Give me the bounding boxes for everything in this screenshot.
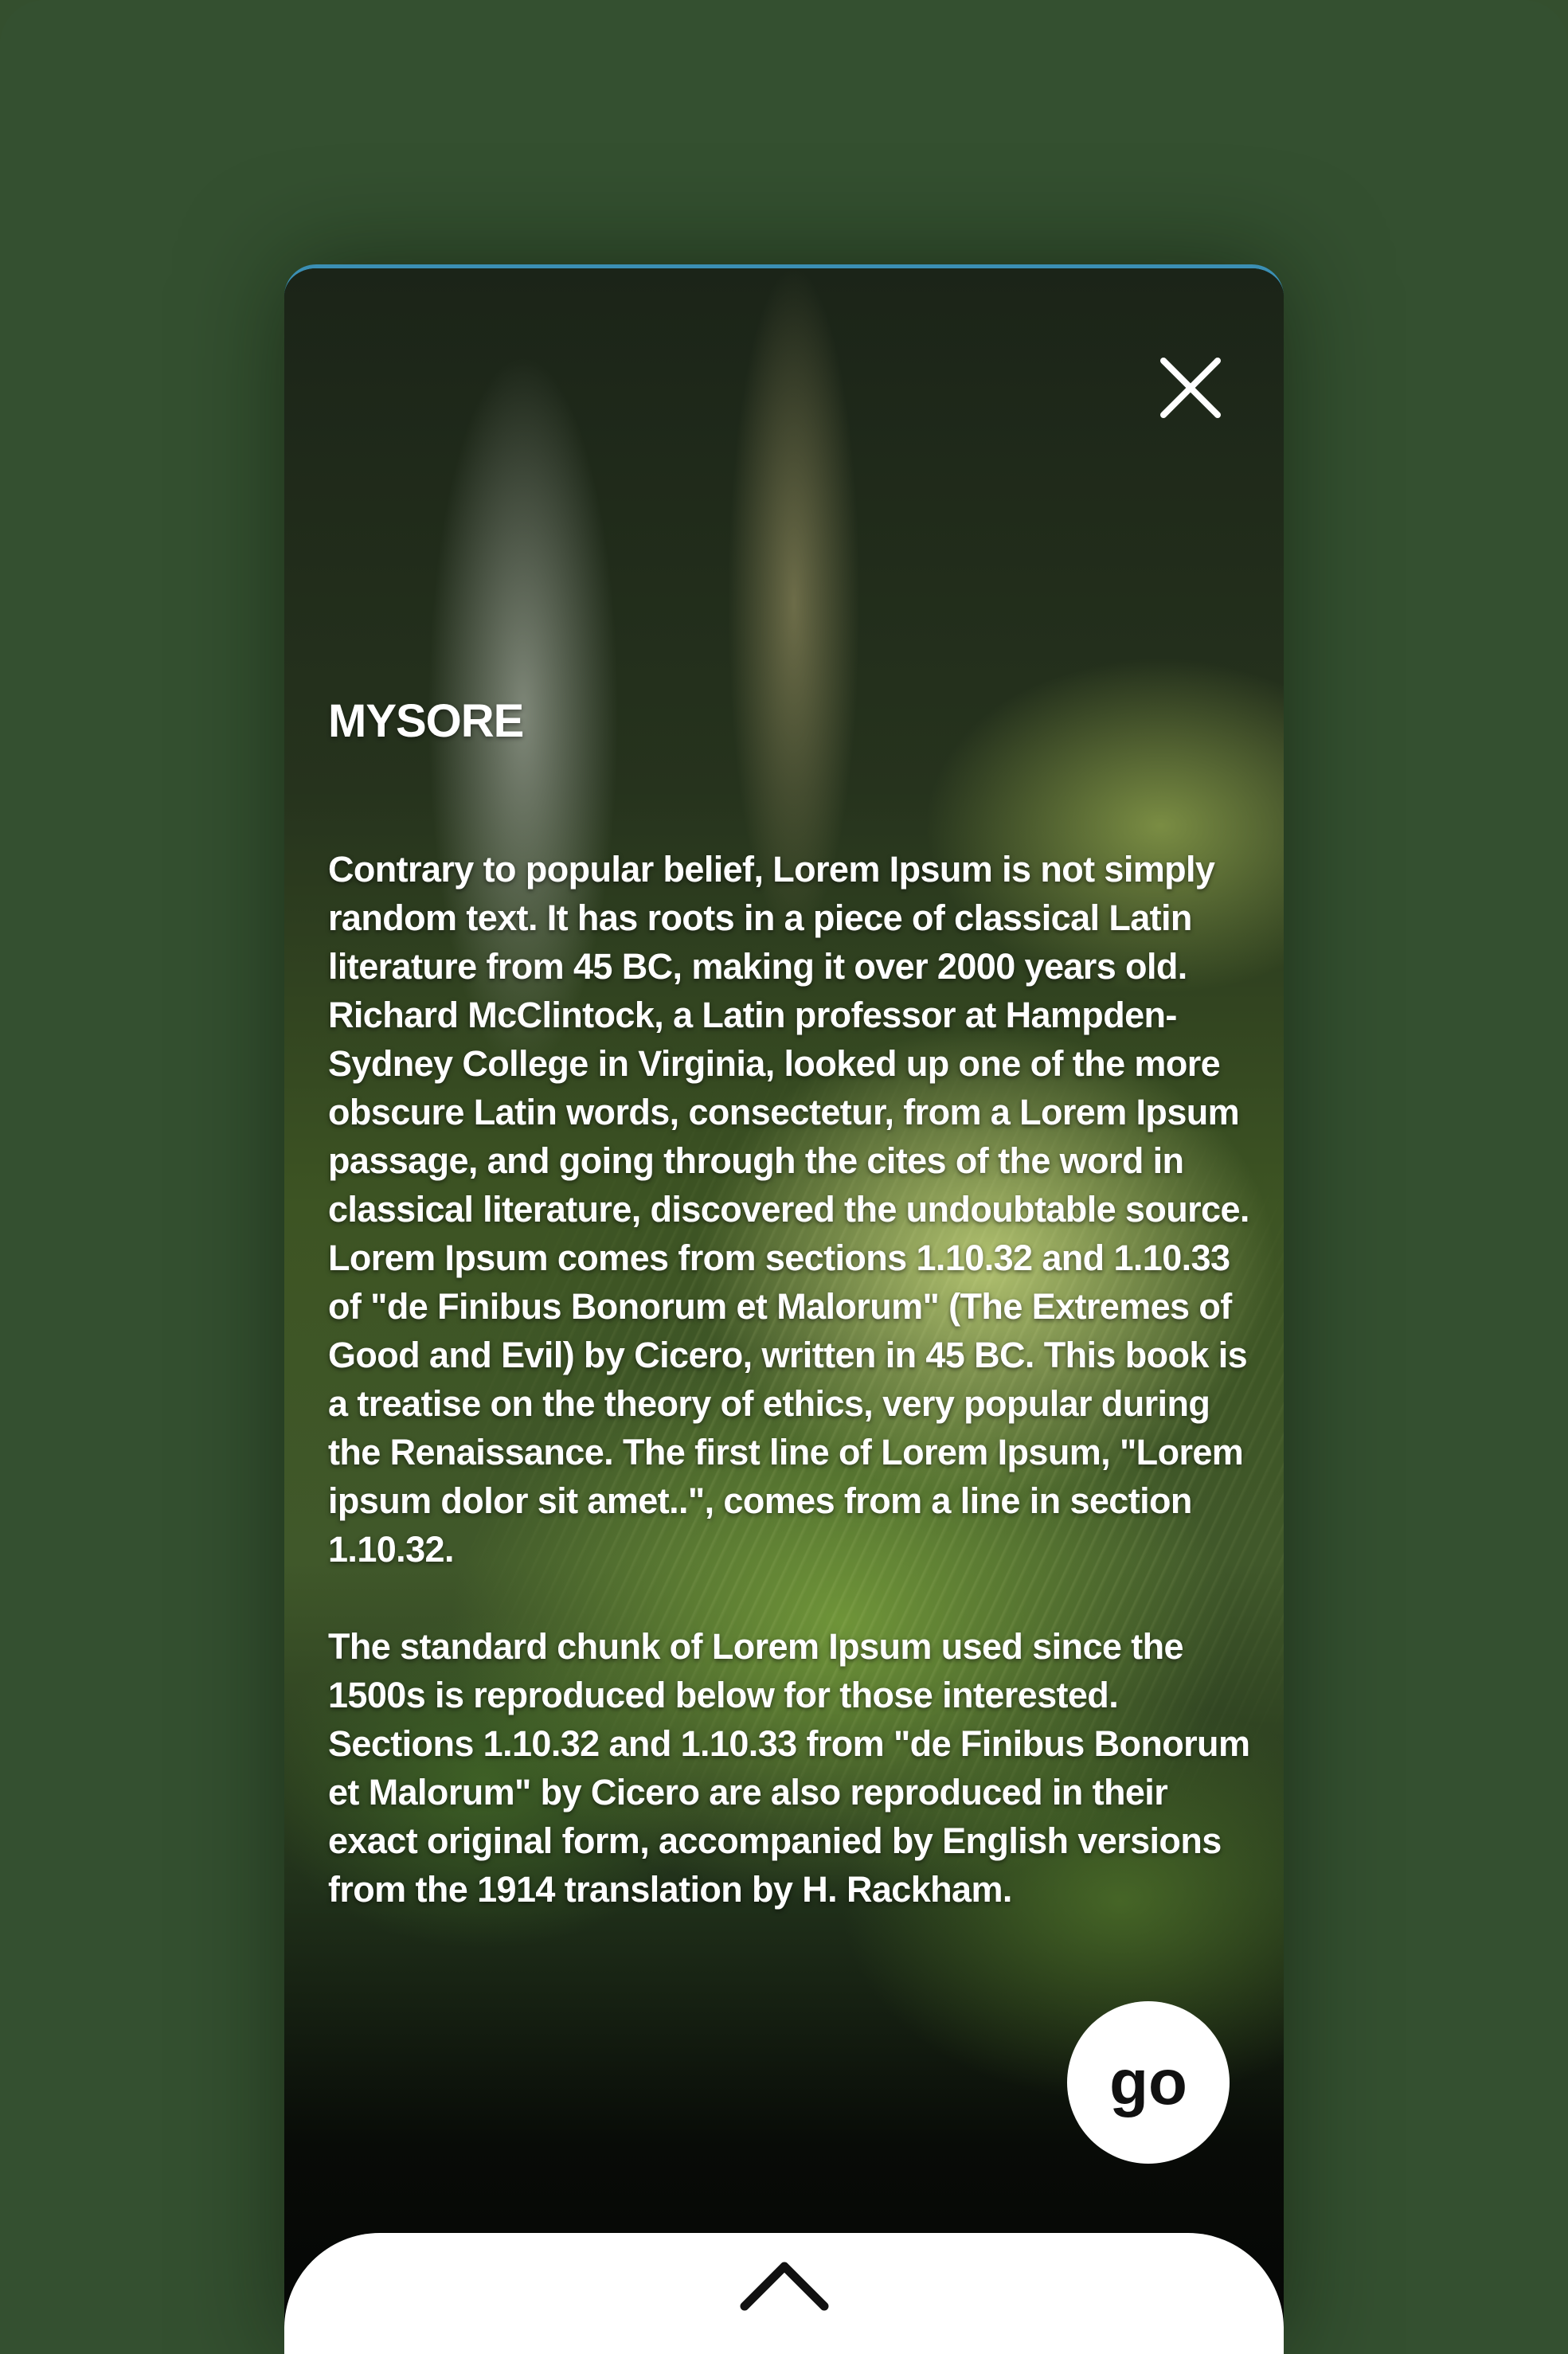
description-paragraph: The standard chunk of Lorem Ipsum used s… — [328, 1626, 1250, 1910]
bottom-sheet-handle[interactable] — [284, 2233, 1284, 2354]
app-background: MYSORE Contrary to popular belief, Lorem… — [0, 0, 1568, 2354]
description-paragraph: Contrary to popular belief, Lorem Ipsum … — [328, 849, 1249, 1570]
place-description: Contrary to popular belief, Lorem Ipsum … — [328, 845, 1252, 1962]
close-button[interactable] — [1159, 356, 1222, 420]
go-button[interactable]: go — [1067, 2001, 1230, 2164]
close-icon — [1160, 358, 1221, 418]
place-title: MYSORE — [328, 695, 524, 747]
place-detail-card: MYSORE Contrary to popular belief, Lorem… — [284, 264, 1284, 2354]
chevron-up-icon — [740, 2262, 829, 2311]
